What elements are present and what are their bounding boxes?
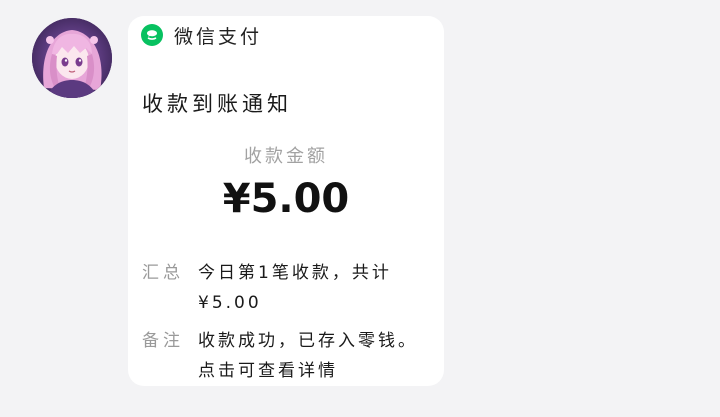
- summary-value: 今日第1笔收款，共计 ¥5.00: [198, 258, 428, 318]
- note-line: 收款成功，已存入零钱。: [198, 331, 418, 351]
- wechat-pay-label: 微信支付: [174, 25, 263, 48]
- payment-notification-card[interactable]: 微信支付 收款到账通知 收款金额 ¥5.00 汇总 今日第1笔收款，共计 ¥5.…: [128, 16, 444, 386]
- card-header: 微信支付: [140, 22, 262, 48]
- summary-line: ¥5.00: [198, 293, 262, 313]
- summary-line: 今日第1笔收款，共计: [198, 263, 392, 283]
- anime-girl-avatar-icon: [32, 18, 112, 98]
- note-label: 备注: [142, 331, 184, 351]
- avatar[interactable]: [32, 18, 112, 98]
- summary-label: 汇总: [142, 263, 184, 283]
- notification-title: 收款到账通知: [142, 92, 292, 116]
- note-value: 收款成功，已存入零钱。 点击可查看详情: [198, 326, 428, 386]
- wechat-pay-icon: [141, 24, 163, 46]
- amount-value: ¥5.00: [222, 176, 350, 222]
- note-line: 点击可查看详情: [198, 361, 338, 381]
- amount-label: 收款金额: [244, 146, 328, 167]
